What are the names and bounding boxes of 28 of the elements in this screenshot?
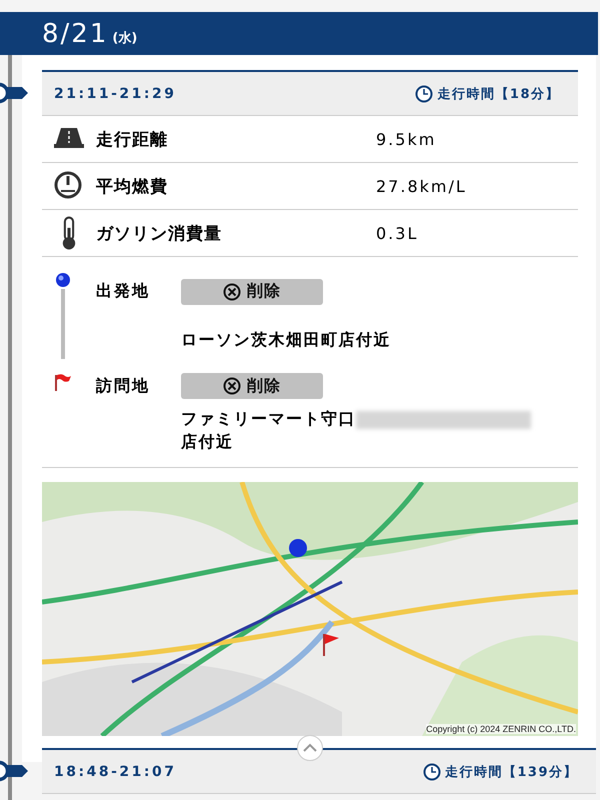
place-label: 訪問地 [96,376,151,396]
copyright-text: Copyright (c) 2024 ZENRIN CO.,LTD. [426,724,576,734]
close-icon [223,282,241,301]
address-text: ローソン茨木畑田町店付近 [181,330,391,350]
pin-icon [54,271,72,289]
place-label: 出発地 [96,281,151,302]
drive-duration: 走行時間【139分】 [444,764,578,781]
time-range: 18:48-21:07 [54,764,176,780]
stat-value: 0.3L [376,224,418,242]
flag-icon [54,373,72,391]
date-text: 8/21 [42,18,108,48]
clock-icon [415,84,434,102]
drive-duration: 走行時間【18分】 [437,86,560,102]
stat-value: 9.5km [376,130,436,148]
collapse-button[interactable] [296,734,324,762]
clock-icon [422,762,441,781]
time-range: 21:11-21:29 [54,86,176,102]
delete-button[interactable]: 削除 [181,278,323,305]
delete-button[interactable]: 削除 [181,373,323,399]
weekday-text: (水) [112,30,138,46]
stat-value: 27.8km/L [376,176,467,196]
stat-label: 平均燃費 [96,176,169,198]
thermometer-icon [62,216,76,250]
stat-label: ガソリン消費量 [96,222,223,244]
address-text: 店付近 [181,431,234,454]
stat-label: 走行距離 [96,128,169,150]
address-text: ファミリーマート守口 [181,409,356,428]
close-icon [223,377,241,395]
